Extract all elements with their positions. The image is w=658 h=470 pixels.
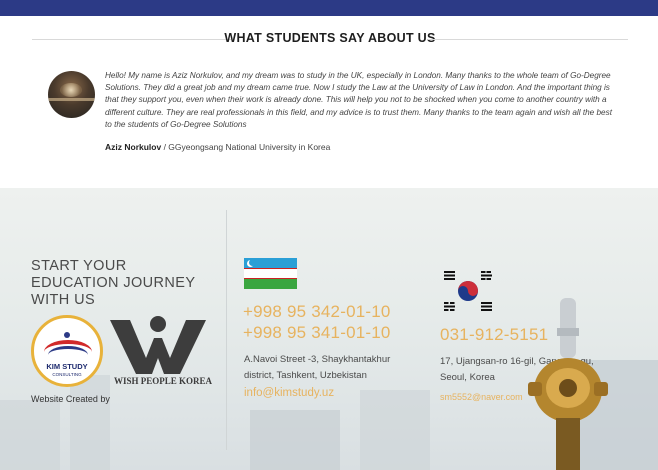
flag-stripe — [244, 268, 297, 279]
website-created-by: Website Created by — [31, 394, 110, 404]
uz-phone-link[interactable]: +998 95 341-01-10 — [243, 322, 391, 343]
testimonial-quote: Hello! My name is Aziz Norkulov, and my … — [105, 71, 612, 129]
kim-study-logo[interactable]: KIM STUDY CONSULTING — [31, 315, 103, 387]
tagline-line: START YOUR — [31, 258, 127, 274]
south-korea-flag-icon — [444, 271, 492, 311]
footer-tagline: START YOUR EDUCATION JOURNEY WITH US — [31, 258, 195, 309]
uz-phone-link[interactable]: +998 95 342-01-10 — [243, 301, 391, 322]
section-title: WHAT STUDENTS SAY ABOUT US — [224, 31, 436, 45]
wish-logo-text: WISH PEOPLE KOREA — [114, 376, 213, 386]
flag-stripe — [244, 279, 297, 289]
bg-building — [0, 400, 60, 470]
section-header: WHAT STUDENTS SAY ABOUT US — [32, 28, 628, 50]
author-name: Aziz Norkulov — [105, 142, 162, 152]
tagline-line: WITH US — [31, 292, 96, 308]
wish-people-korea-logo[interactable]: WISH PEOPLE KOREA — [108, 314, 212, 386]
kim-logo-title: KIM STUDY — [46, 362, 88, 371]
uzbekistan-flag-icon — [244, 258, 297, 289]
kr-email-link[interactable]: sm5552@naver.com — [440, 392, 523, 402]
flag-fimbriation — [244, 278, 297, 279]
divider-right — [428, 39, 628, 40]
flag-crescent-cut — [249, 259, 256, 266]
bg-building — [70, 375, 110, 470]
top-nav-bar — [0, 0, 658, 16]
telescope-image — [528, 298, 608, 470]
bg-building — [360, 390, 430, 470]
bg-building — [250, 410, 340, 470]
logo-dot — [64, 332, 70, 338]
flag-fimbriation — [244, 268, 297, 269]
testimonial-author: Aziz Norkulov / GGyeongsang National Uni… — [105, 142, 330, 152]
wish-logo-mark — [110, 316, 206, 374]
footer: START YOUR EDUCATION JOURNEY WITH US KIM… — [0, 188, 658, 470]
avatar-horizon — [48, 98, 95, 101]
tagline-line: EDUCATION JOURNEY — [31, 275, 196, 291]
avatar — [48, 71, 95, 118]
avatar-glow — [60, 83, 82, 97]
uz-email-link[interactable]: info@kimstudy.uz — [244, 387, 334, 399]
uz-address: A.Navoi Street -3, Shaykhantakhur distri… — [244, 354, 391, 381]
author-affiliation: / GGyeongsang National University in Kor… — [161, 142, 331, 152]
kim-logo-subtitle: CONSULTING — [52, 372, 82, 377]
footer-divider — [226, 210, 227, 450]
uz-phone-list: +998 95 342-01-10 +998 95 341-01-10 — [243, 301, 391, 343]
